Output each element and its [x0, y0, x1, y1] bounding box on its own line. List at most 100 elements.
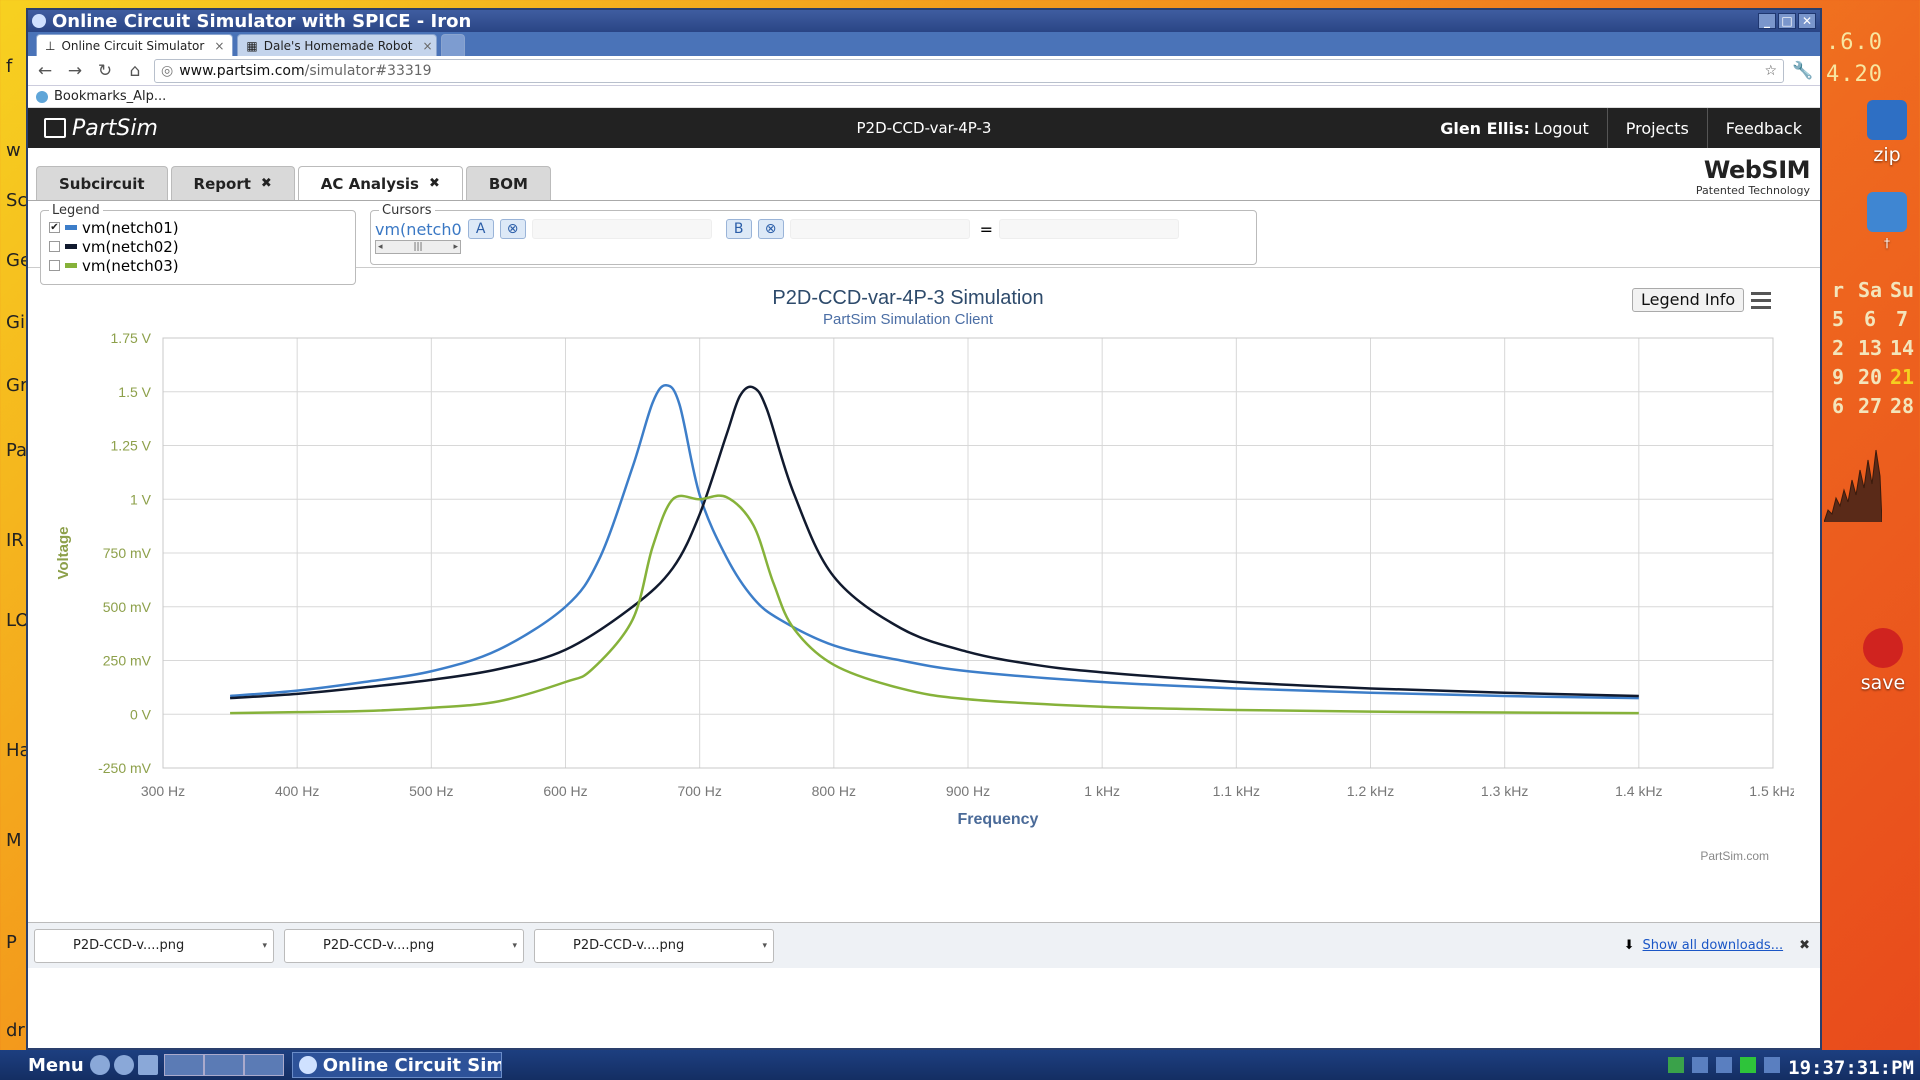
download-menu-icon[interactable]: ▾	[762, 941, 767, 951]
cursor-b-value	[789, 219, 970, 239]
chart-area: 300 Hz 400 Hz 500 Hz 600 Hz 700 Hz 800 Hz 900 …	[28, 268, 1820, 968]
legend-info-button[interactable]: Legend Info	[1632, 288, 1745, 312]
download-item[interactable]: P2D-CCD-v....png ▾	[284, 928, 524, 963]
start-menu-button[interactable]: Menu	[0, 1055, 90, 1076]
desktop-left-label: w	[6, 140, 21, 161]
show-all-downloads-link[interactable]: Show all downloads...	[1643, 938, 1784, 953]
close-icon[interactable]: ✕	[1798, 13, 1816, 29]
x-tick-label: 1.3 kHz	[1481, 783, 1528, 799]
new-tab-button[interactable]	[441, 34, 466, 56]
browser-tab-2[interactable]: ▦ Dale's Homemade Robot ×	[237, 34, 438, 56]
cursor-a-button[interactable]: A	[467, 219, 494, 239]
desktop-left-label: dr	[6, 1020, 25, 1041]
desktop-recycle-bin[interactable]: †	[1842, 192, 1920, 250]
desktop-save[interactable]: save	[1838, 628, 1920, 694]
app-header: PartSim P2D-CCD-var-4P-3 Glen Ellis: Log…	[28, 108, 1820, 148]
downloads-bar: P2D-CCD-v....png ▾ P2D-CCD-v....png ▾ P2D-CC…	[28, 922, 1820, 968]
url-host: www.partsim.com	[179, 62, 305, 79]
user-name: Glen Ellis:	[1440, 118, 1530, 138]
cursor-b-clear-button[interactable]: ⊗	[757, 219, 784, 239]
forward-icon[interactable]: →	[64, 60, 86, 82]
legend-item[interactable]: ✔ vm(netch01)	[41, 218, 355, 237]
battery-icon[interactable]	[1740, 1057, 1757, 1073]
wrench-icon[interactable]: 🔧	[1792, 60, 1814, 82]
cursor-a-clear-button[interactable]: ⊗	[499, 219, 526, 239]
cursors-panel: Cursors vm(netch0 A ⊗ B ⊗ = ◂ ||| ▸	[370, 203, 1257, 265]
partsim-logo[interactable]: PartSim	[28, 116, 158, 141]
legend-item[interactable]: vm(netch03)	[41, 256, 355, 275]
legend-checkbox[interactable]: ✔	[49, 222, 60, 233]
calendar-cell: 2	[1831, 335, 1845, 360]
clock: 19:37:31:PM	[1788, 1057, 1914, 1079]
tab-close-icon[interactable]: ×	[214, 39, 224, 53]
browser-tab-1[interactable]: ⊥ Online Circuit Simulator ×	[36, 34, 234, 56]
download-menu-icon[interactable]: ▾	[262, 941, 267, 951]
legend-checkbox[interactable]	[49, 241, 60, 252]
back-icon[interactable]: ←	[34, 60, 56, 82]
workspace-2[interactable]	[203, 1054, 244, 1076]
ac-analysis-chart: 300 Hz 400 Hz 500 Hz 600 Hz 700 Hz 800 Hz 900 …	[55, 287, 1794, 863]
shield-icon[interactable]	[1668, 1057, 1685, 1073]
calendar-cell: 21	[1889, 364, 1915, 389]
bookmarks-bar: Bookmarks_Alp...	[28, 86, 1820, 108]
workspace-1[interactable]	[163, 1054, 204, 1076]
desktop-zip[interactable]: zip	[1842, 100, 1920, 166]
x-tick-label: 600 Hz	[543, 783, 587, 799]
workspace-3[interactable]	[243, 1054, 284, 1076]
tab-report[interactable]: Report ✖	[170, 166, 295, 200]
legend-checkbox[interactable]	[49, 260, 60, 271]
download-item[interactable]: P2D-CCD-v....png ▾	[534, 928, 774, 963]
calendar-row: 2 13 14	[1822, 333, 1920, 362]
y-tick-label: 500 mV	[103, 599, 152, 615]
desktop-left-label: IR	[6, 530, 24, 551]
calendar-cell: 6	[1831, 393, 1845, 418]
address-bar[interactable]: ◎ www.partsim.com/simulator#33319 ☆	[154, 58, 1784, 83]
desktop-left-label: Sc	[6, 190, 28, 211]
desktop-left-label: P	[6, 932, 17, 953]
x-launcher-icon[interactable]	[89, 1055, 110, 1075]
desktop-left-label: Gr	[6, 375, 28, 396]
home-icon[interactable]: ⌂	[124, 60, 146, 82]
window-titlebar[interactable]: Online Circuit Simulator with SPICE - Ir…	[28, 10, 1820, 32]
browser-window: Online Circuit Simulator with SPICE - Ir…	[26, 8, 1822, 1050]
taskbar-task-browser[interactable]: Online Circuit Simu	[291, 1052, 502, 1078]
bookmark-item[interactable]: Bookmarks_Alp...	[54, 89, 166, 104]
cursor-series-select[interactable]: vm(netch0	[375, 220, 462, 239]
calendar-cell: 27	[1857, 393, 1883, 418]
maximize-icon[interactable]: □	[1778, 13, 1796, 29]
star-icon[interactable]: ☆	[1764, 63, 1777, 79]
tab-label: Subcircuit	[59, 174, 145, 193]
x-axis-label: Frequency	[958, 811, 1039, 828]
close-downloads-icon[interactable]: ✖	[1799, 938, 1810, 953]
x-tick-label: 400 Hz	[275, 783, 319, 799]
download-menu-icon[interactable]: ▾	[512, 941, 517, 951]
reload-icon[interactable]: ↻	[94, 60, 116, 82]
monitor-launcher-icon[interactable]	[137, 1055, 158, 1075]
tab-close-icon[interactable]: ✖	[429, 176, 440, 191]
globe-launcher-icon[interactable]	[113, 1055, 134, 1075]
tab-bom[interactable]: BOM	[465, 166, 551, 200]
cursor-b-button[interactable]: B	[725, 219, 752, 239]
tab-close-icon[interactable]: ✖	[261, 176, 272, 191]
download-arrow-icon: ⬇	[1623, 938, 1635, 953]
projects-button[interactable]: Projects	[1606, 108, 1707, 148]
tab-subcircuit[interactable]: Subcircuit	[36, 166, 168, 200]
series-scrollbar[interactable]: ◂ ||| ▸	[375, 240, 461, 254]
network-icon[interactable]	[1716, 1057, 1733, 1073]
globe-icon: ◎	[161, 62, 174, 79]
tab-ac-analysis[interactable]: AC Analysis ✖	[297, 166, 463, 200]
clipboard-icon[interactable]	[1692, 1057, 1709, 1073]
analysis-tabs: Subcircuit Report ✖ AC Analysis ✖ BOM WebSIM …	[28, 148, 1820, 200]
x-tick-label: 1.5 kHz	[1749, 783, 1794, 799]
nav-bar: ← → ↻ ⌂ ◎ www.partsim.com/simulator#3331…	[28, 56, 1820, 86]
download-item[interactable]: P2D-CCD-v....png ▾	[34, 928, 274, 963]
feedback-button[interactable]: Feedback	[1706, 108, 1820, 148]
volume-icon[interactable]	[1764, 1057, 1781, 1073]
chart-menu-button[interactable]	[1748, 288, 1774, 312]
tab-close-icon[interactable]: ×	[423, 39, 433, 53]
legend-item[interactable]: vm(netch02)	[41, 237, 355, 256]
legend-swatch	[65, 244, 77, 249]
minimize-icon[interactable]: _	[1758, 13, 1776, 29]
version-text-2: 4.20	[1826, 62, 1883, 87]
logout-link[interactable]: Logout	[1534, 119, 1589, 138]
